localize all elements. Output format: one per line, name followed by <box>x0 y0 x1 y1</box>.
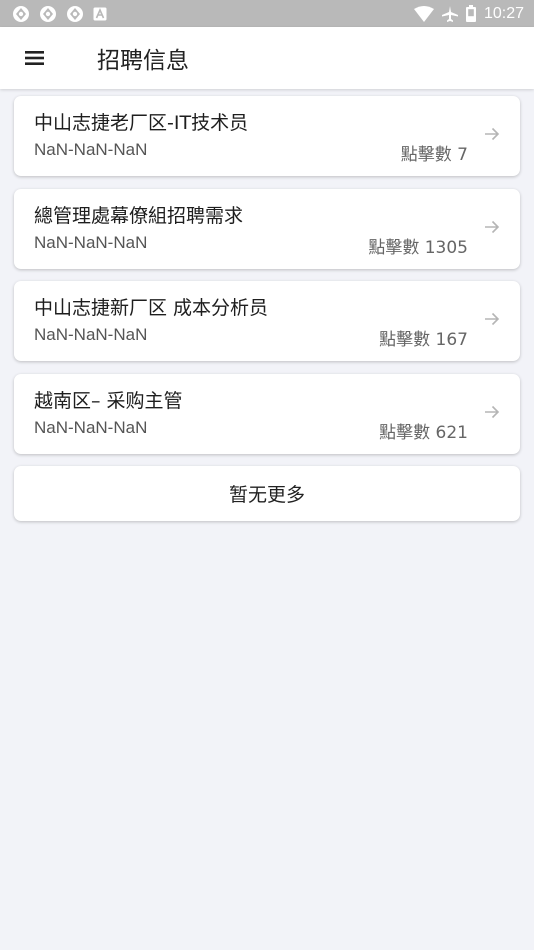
menu-button[interactable] <box>0 27 70 89</box>
app-icon <box>40 5 56 22</box>
job-card[interactable]: 中山志捷老厂区-IT技术员 NaN-NaN-NaN 點擊數 7 <box>14 96 520 176</box>
page-title: 招聘信息 <box>97 48 189 74</box>
clock: 10:27 <box>483 4 524 22</box>
app-icon <box>13 5 29 22</box>
job-card[interactable]: 中山志捷新厂区 成本分析员 NaN-NaN-NaN 點擊數 167 <box>14 281 520 361</box>
arrow-right-icon <box>485 312 500 326</box>
arrow-right-icon <box>485 405 500 418</box>
click-count: 點擊數 167 <box>379 330 468 350</box>
battery-icon <box>465 5 476 22</box>
menu-icon <box>25 51 44 65</box>
no-more-indicator: 暂无更多 <box>14 466 520 521</box>
a-icon <box>93 7 107 20</box>
job-title: 總管理處幕僚組招聘需求 <box>34 204 244 227</box>
job-date: NaN-NaN-NaN <box>34 417 148 437</box>
system-icons: 10:27 <box>413 4 524 23</box>
arrow-right-icon <box>485 220 500 233</box>
click-count: 點擊數 1305 <box>368 237 468 258</box>
arrow-right-icon <box>485 127 500 141</box>
click-count: 點擊數 621 <box>379 422 468 443</box>
job-title: 越南区– 采购主管 <box>34 389 183 412</box>
job-date: NaN-NaN-NaN <box>34 325 148 344</box>
job-date: NaN-NaN-NaN <box>34 140 148 159</box>
job-card[interactable]: 總管理處幕僚組招聘需求 NaN-NaN-NaN 點擊數 1305 <box>14 188 520 269</box>
app-bar: 招聘信息 <box>0 27 534 89</box>
job-list: 中山志捷老厂区-IT技术员 NaN-NaN-NaN 點擊數 7 總管理處幕僚組招… <box>14 96 520 521</box>
app-icon <box>67 5 83 22</box>
airplane-icon <box>441 5 458 22</box>
status-bar: 10:27 <box>0 0 534 27</box>
job-card[interactable]: 越南区– 采购主管 NaN-NaN-NaN 點擊數 621 <box>14 373 520 454</box>
job-title: 中山志捷老厂区-IT技术员 <box>34 112 249 134</box>
job-date: NaN-NaN-NaN <box>34 232 148 252</box>
notification-icons <box>12 5 107 23</box>
click-count: 點擊數 7 <box>400 145 468 165</box>
wifi-icon <box>413 5 434 22</box>
job-title: 中山志捷新厂区 成本分析员 <box>34 297 269 319</box>
